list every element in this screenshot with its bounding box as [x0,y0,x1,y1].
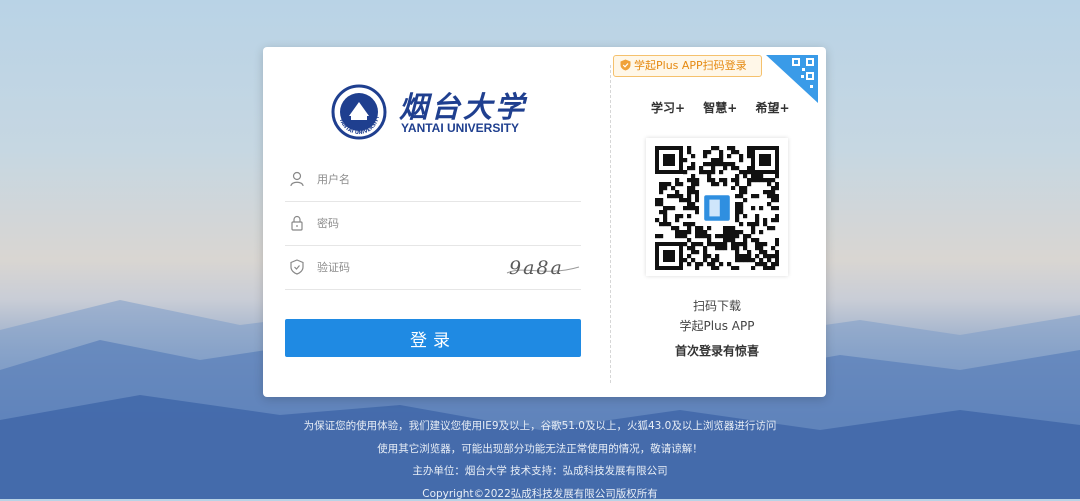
qr-code-icon[interactable] [766,55,818,103]
browser-notice-1: 为保证您的使用体验，我们建议您使用IE9及以上，谷歌51.0及以上，火狐43.0… [303,420,777,432]
password-field [285,201,581,246]
school-name-cn: 烟台大学 [399,90,528,124]
captcha-field: 9a8a [285,245,581,290]
app-tag-label: 学起Plus APP扫码登录 [634,59,747,72]
app-slogans: 学习+ 智慧+ 希望+ [651,99,804,116]
school-logo: YANTAI UNIVERSITY 烟台大学 YANTAI UNIVERSITY [331,84,537,140]
login-card: YANTAI UNIVERSITY 烟台大学 YANTAI UNIVERSITY [263,47,826,397]
sponsor-info: 主办单位：烟台大学 技术支持：弘成科技发展有限公司 [412,465,668,477]
captcha-input[interactable] [315,255,519,279]
captcha-text: 9a8a [509,257,564,279]
username-input[interactable] [315,167,519,191]
password-input[interactable] [315,211,519,235]
app-qr-code [646,138,788,276]
login-button[interactable]: 登录 [285,319,581,357]
app-name-text: 学起Plus APP [679,319,755,333]
app-scan-login-tag[interactable]: 学起Plus APP扫码登录 [613,55,762,77]
slogan-wisdom: 智慧+ [703,101,738,115]
user-icon [290,171,304,187]
captcha-image[interactable]: 9a8a [505,255,581,281]
school-name-en: YANTAI UNIVERSITY [401,121,520,135]
lock-icon [291,215,303,231]
first-login-bonus-text: 首次登录有惊喜 [674,344,759,358]
school-seal-icon: YANTAI UNIVERSITY [331,84,387,140]
divider [610,65,611,383]
shield-icon [290,259,304,275]
app-download-qr-image [655,146,779,270]
username-field [285,157,581,202]
slogan-hope: 希望+ [755,101,790,115]
badge-shield-icon [620,59,631,71]
slogan-learn: 学习+ [651,101,686,115]
scan-download-text: 扫码下载 [692,299,741,313]
browser-notice-2: 使用其它浏览器，可能出现部分功能无法正常使用的情况，敬请谅解！ [377,443,703,455]
